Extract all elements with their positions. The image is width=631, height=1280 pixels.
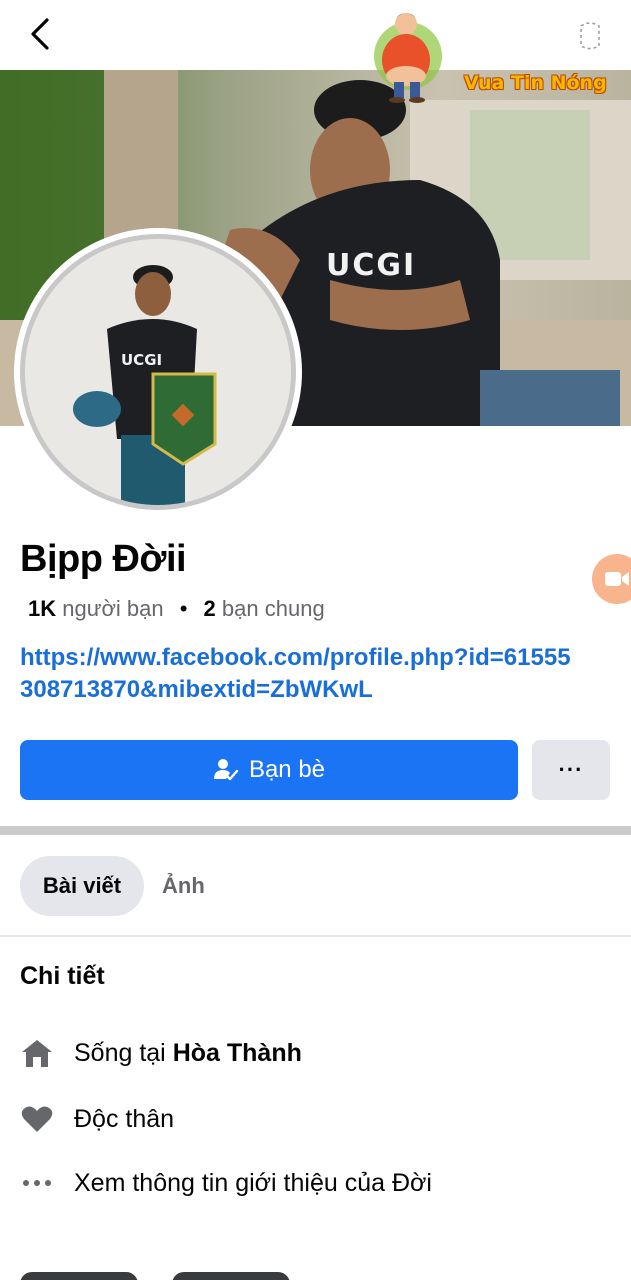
- svg-text:UCGI: UCGI: [326, 248, 416, 283]
- tab-posts-label: Bài viết: [42, 873, 122, 898]
- friends-count: 1K: [28, 596, 57, 621]
- tabs-divider: [0, 935, 631, 937]
- detail-lives-in: Sống tại Hòa Thành: [20, 1036, 302, 1070]
- mutual-count: 2: [203, 596, 216, 621]
- story-thumbnail[interactable]: [172, 1272, 290, 1280]
- video-camera-icon: [605, 572, 629, 586]
- person-check-icon: [213, 759, 239, 781]
- tab-posts[interactable]: Bài viết: [20, 856, 144, 916]
- story-thumbnail[interactable]: [20, 1272, 138, 1280]
- friends-button[interactable]: Bạn bè: [20, 740, 518, 800]
- more-options-button[interactable]: ···: [532, 740, 610, 800]
- avatar-image: UCGI: [20, 234, 296, 510]
- separator-dot: •: [179, 596, 188, 621]
- tab-photos[interactable]: Ảnh: [162, 856, 205, 916]
- friends-label: người bạn: [62, 596, 164, 621]
- watermark-logo: Vua Tin Nóng: [372, 6, 622, 110]
- tab-photos-label: Ảnh: [162, 873, 205, 898]
- detail-see-about[interactable]: Xem thông tin giới thiệu của Đời: [20, 1166, 432, 1200]
- back-button[interactable]: [22, 14, 58, 54]
- home-icon: [20, 1036, 54, 1070]
- profile-link[interactable]: https://www.facebook.com/profile.php?id=…: [20, 642, 580, 706]
- heart-icon: [20, 1102, 54, 1136]
- svg-text:UCGI: UCGI: [121, 351, 162, 369]
- ellipsis-icon: ···: [558, 757, 584, 782]
- mutual-label: bạn chung: [221, 596, 325, 621]
- lives-in-prefix: Sống tại: [74, 1038, 166, 1067]
- profile-avatar[interactable]: UCGI: [14, 228, 302, 516]
- detail-relationship: Độc thân: [20, 1102, 174, 1136]
- section-divider: [0, 826, 631, 835]
- friends-summary[interactable]: 1K người bạn • 2 bạn chung: [28, 596, 325, 622]
- chevron-left-icon: [31, 18, 49, 50]
- ellipsis-icon: [20, 1166, 54, 1200]
- mascot-icon: [374, 13, 442, 103]
- profile-name: Bịpp Đờii: [20, 538, 187, 580]
- details-heading: Chi tiết: [20, 962, 105, 990]
- lives-in-place[interactable]: Hòa Thành: [173, 1039, 302, 1068]
- video-call-button[interactable]: [592, 554, 631, 604]
- relationship-status: Độc thân: [74, 1104, 175, 1133]
- friends-button-label: Bạn bè: [248, 756, 326, 783]
- watermark-text: Vua Tin Nóng: [464, 72, 607, 94]
- see-about-label: Xem thông tin giới thiệu của Đời: [74, 1168, 432, 1197]
